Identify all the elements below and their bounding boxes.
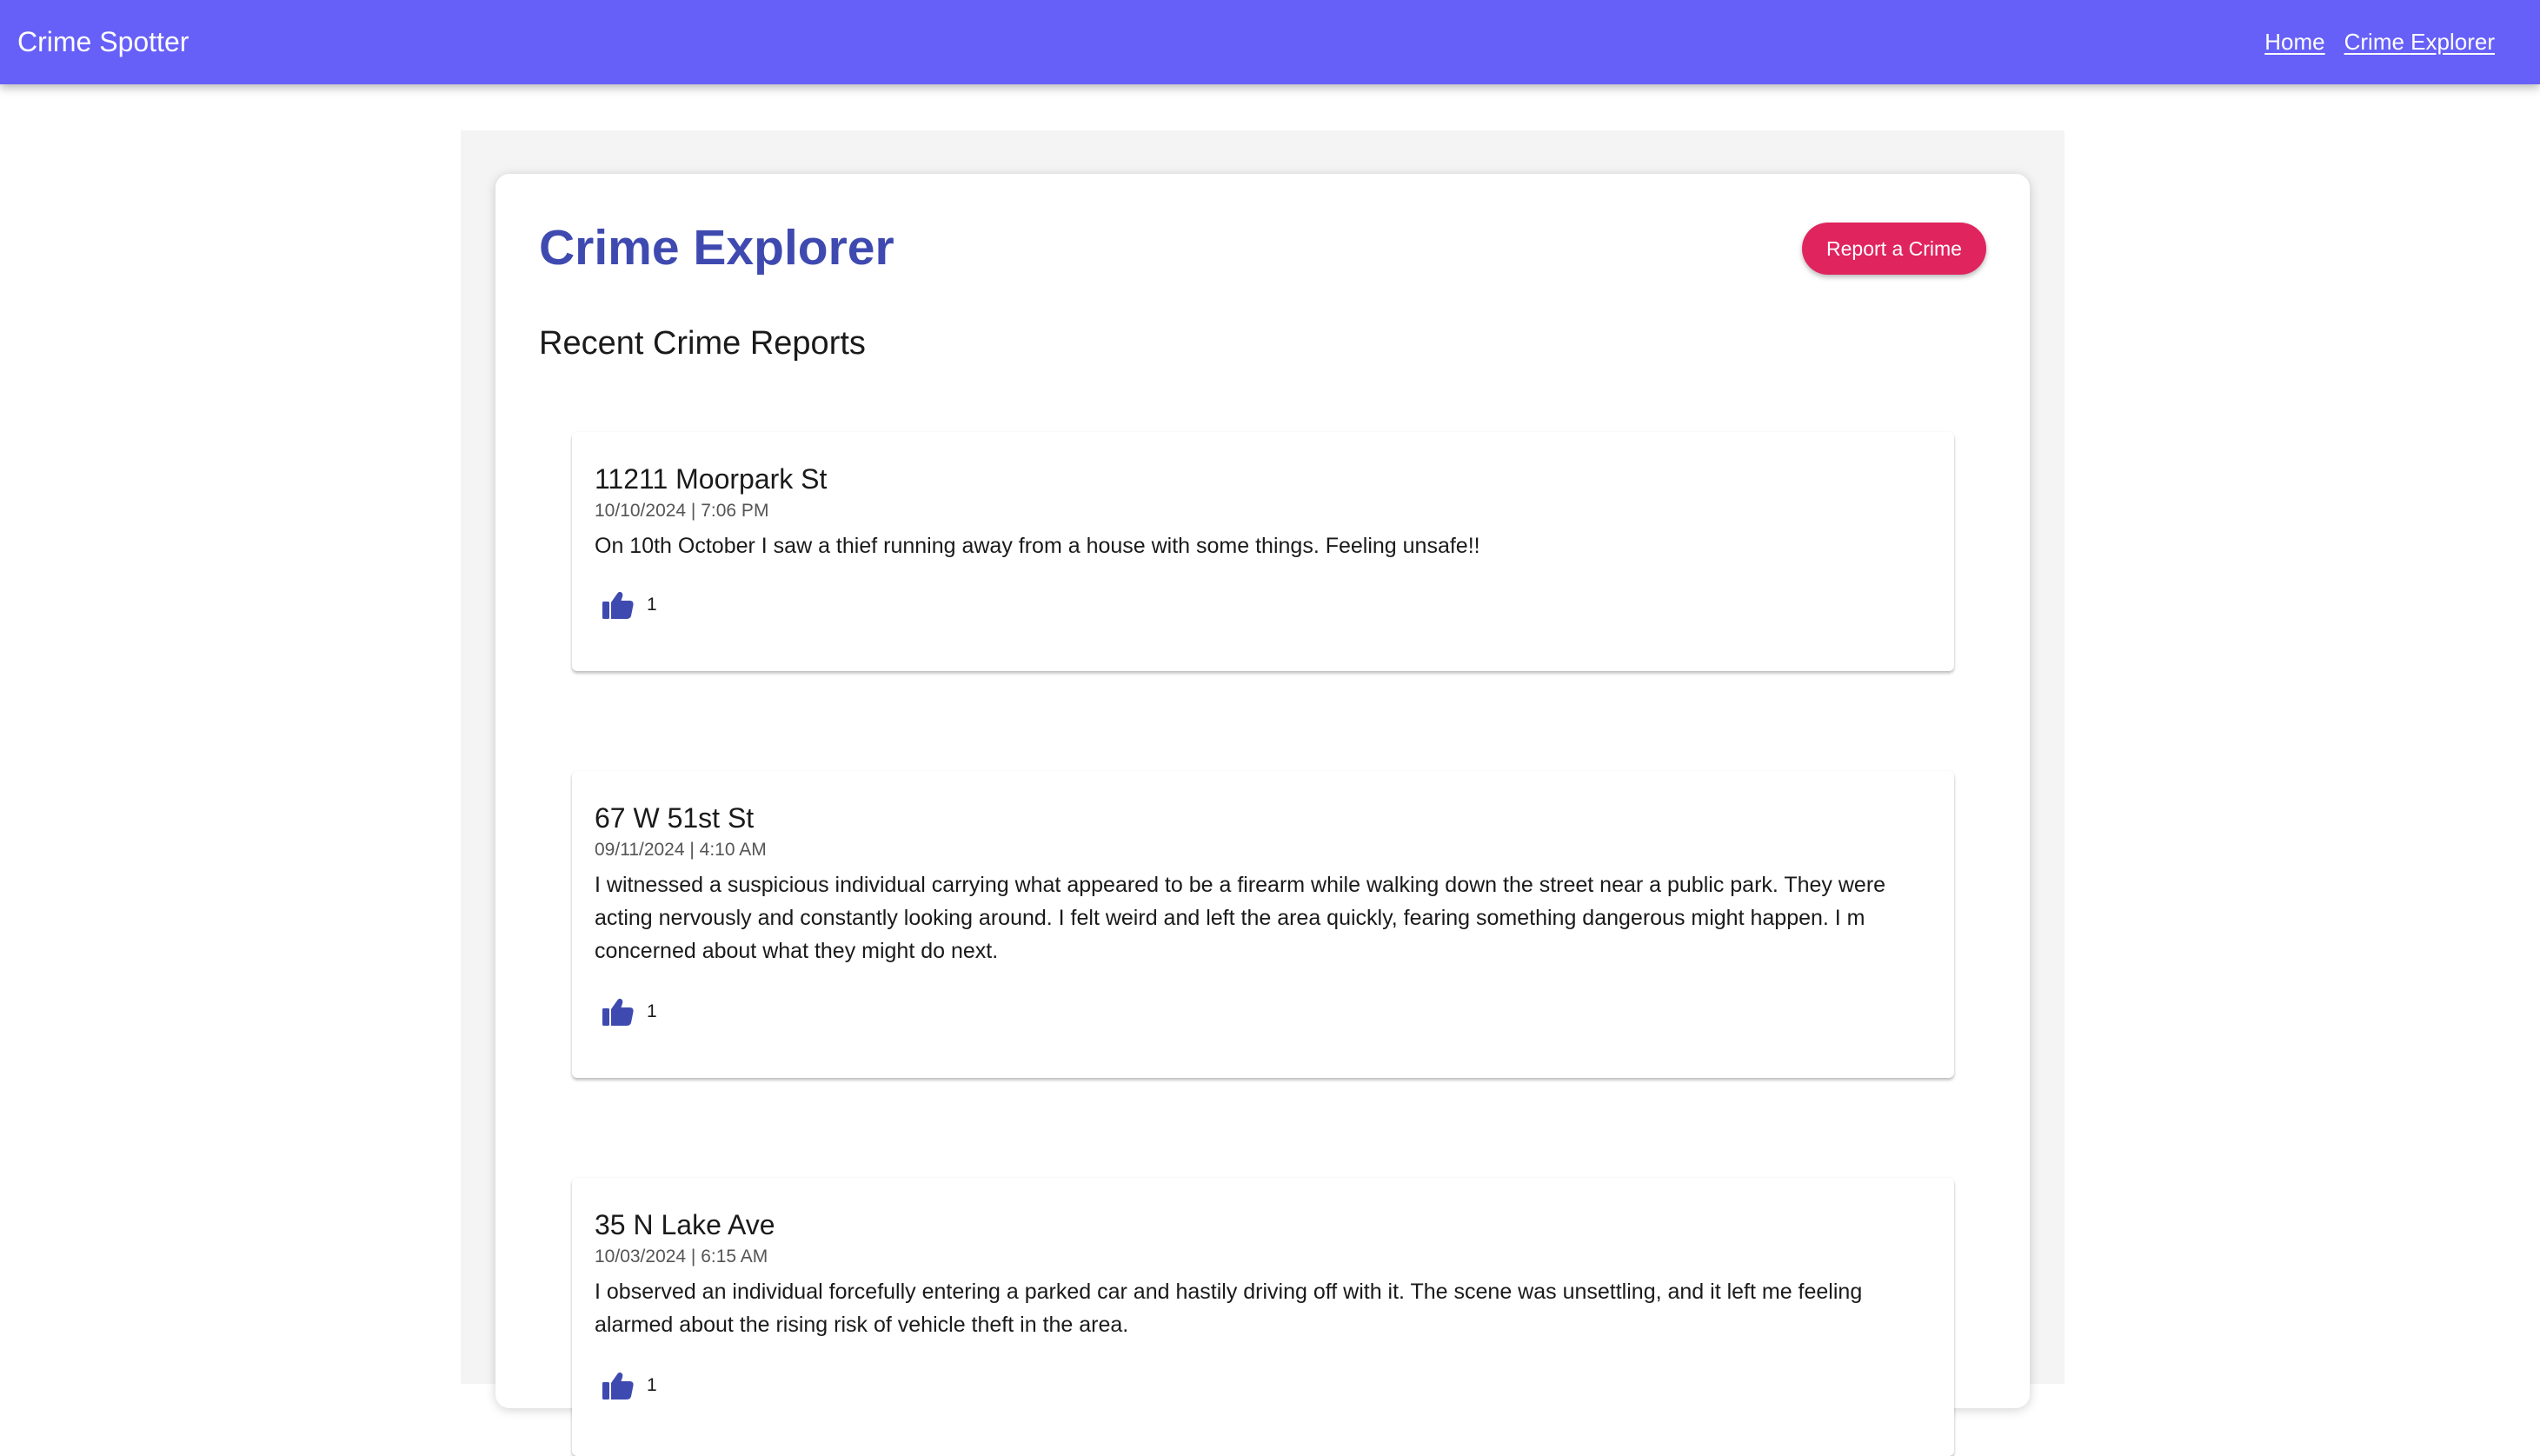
- app-brand[interactable]: Crime Spotter: [17, 0, 189, 84]
- like-count: 1: [647, 1001, 657, 1021]
- nav-links: Home Crime Explorer: [2264, 0, 2495, 84]
- like-button[interactable]: 1: [602, 1371, 657, 1400]
- report-description: I witnessed a suspicious individual carr…: [595, 873, 1886, 963]
- crime-report-card: 35 N Lake Ave 10/03/2024 | 6:15 AM I obs…: [572, 1178, 1954, 1456]
- report-address: 11211 Moorpark St: [595, 463, 828, 495]
- report-datetime: 10/10/2024 | 7:06 PM: [595, 501, 769, 521]
- crime-report-card: 67 W 51st St 09/11/2024 | 4:10 AM I witn…: [572, 771, 1954, 1078]
- like-count: 1: [647, 595, 657, 615]
- nav-link-crime-explorer[interactable]: Crime Explorer: [2344, 29, 2495, 56]
- report-crime-button[interactable]: Report a Crime: [1802, 223, 1986, 275]
- report-address: 35 N Lake Ave: [595, 1209, 775, 1240]
- crime-report-card: 11211 Moorpark St 10/10/2024 | 7:06 PM O…: [572, 432, 1954, 671]
- report-description: I observed an individual forcefully ente…: [595, 1280, 1863, 1337]
- thumbs-up-icon: [602, 997, 635, 1027]
- like-button[interactable]: 1: [602, 997, 657, 1027]
- top-navigation-bar: Crime Spotter Home Crime Explorer: [0, 0, 2540, 84]
- report-description: On 10th October I saw a thief running aw…: [595, 534, 1480, 558]
- page-title: Crime Explorer: [539, 220, 894, 276]
- like-count: 1: [647, 1375, 657, 1395]
- report-datetime: 09/11/2024 | 4:10 AM: [595, 840, 767, 860]
- crime-explorer-card: Crime Explorer Report a Crime Recent Cri…: [495, 174, 2030, 1456]
- nav-link-home[interactable]: Home: [2264, 29, 2324, 56]
- section-title: Recent Crime Reports: [539, 325, 866, 362]
- thumbs-up-icon: [602, 1371, 635, 1400]
- like-button[interactable]: 1: [602, 590, 657, 620]
- report-datetime: 10/03/2024 | 6:15 AM: [595, 1247, 768, 1267]
- report-address: 67 W 51st St: [595, 802, 755, 834]
- thumbs-up-icon: [602, 590, 635, 620]
